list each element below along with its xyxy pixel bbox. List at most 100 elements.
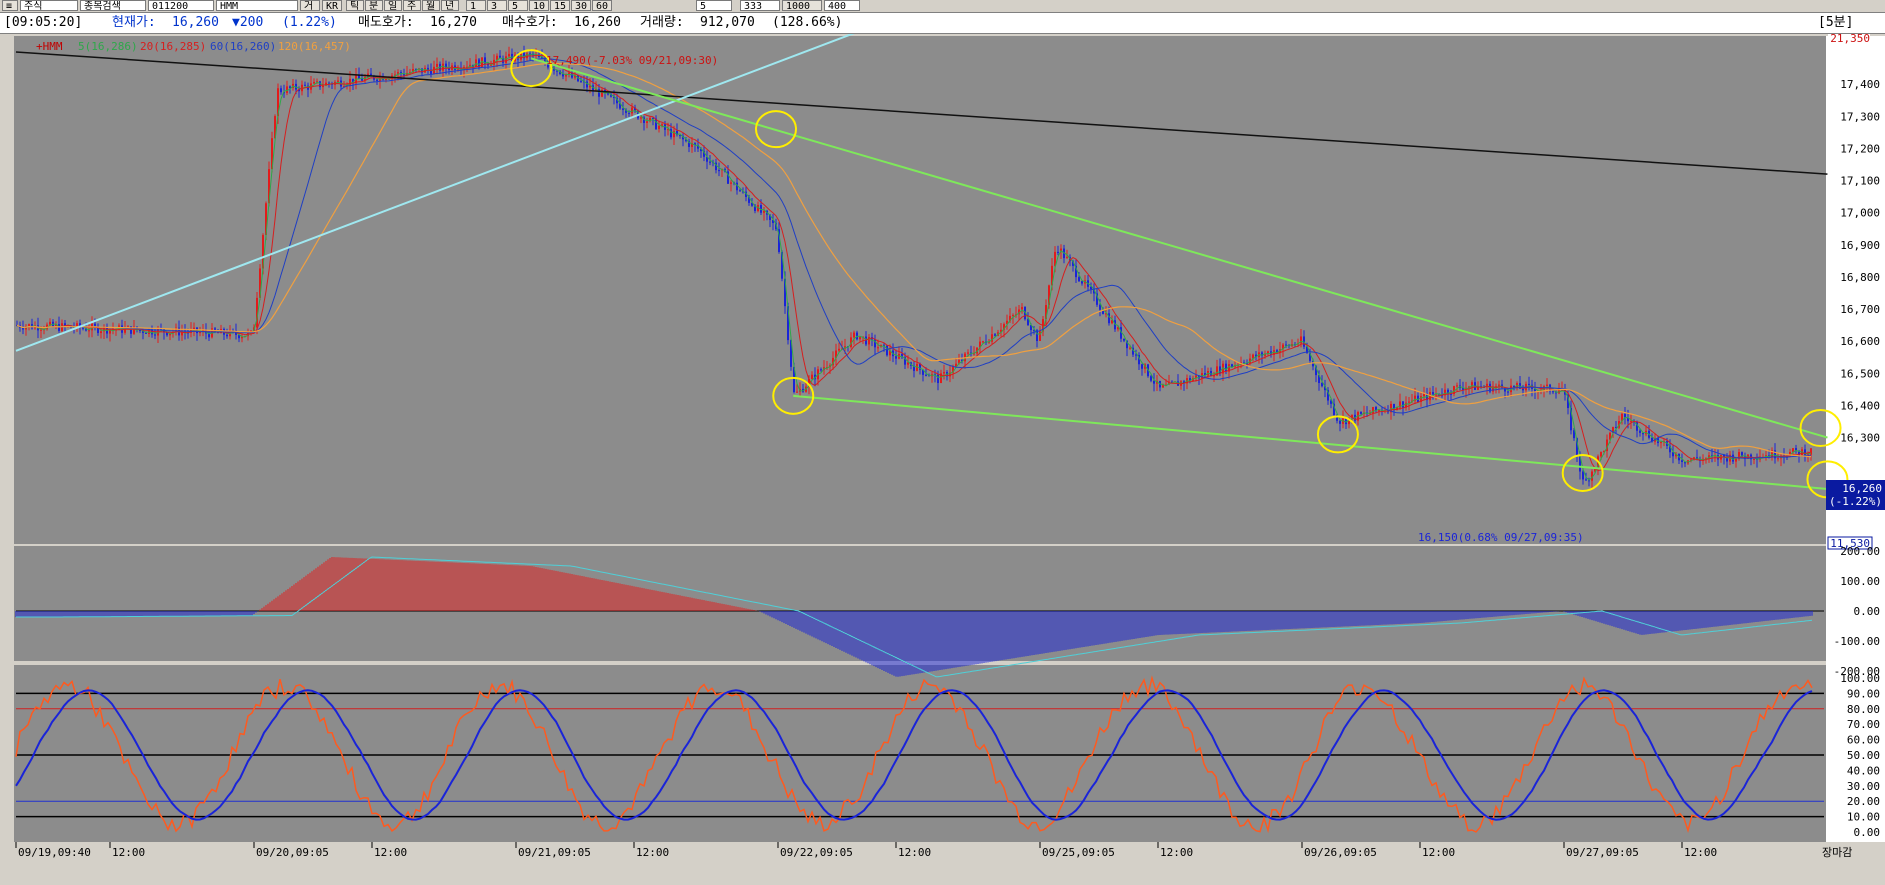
candle-body	[49, 321, 51, 325]
time-axis-label: 12:00	[1684, 846, 1717, 859]
info-bar: [09:05:20] 현재가: 16,260 ▼200 (1.22%) 매도호가…	[0, 13, 1885, 34]
candle-body	[1600, 452, 1602, 457]
candle-body	[580, 81, 582, 83]
period-tab-1[interactable]: 분	[365, 0, 383, 11]
time-axis-label: 12:00	[1422, 846, 1455, 859]
time-axis-label: 09/27,09:05	[1566, 846, 1639, 859]
candle-body	[280, 88, 282, 93]
period-tab-0[interactable]: 틱	[346, 0, 364, 11]
period-tab-4[interactable]: 월	[422, 0, 440, 11]
axis-top-label: 21,350	[1830, 34, 1870, 45]
interval-tab-30[interactable]: 30	[571, 0, 591, 11]
search-type-select[interactable]: 종목검색	[80, 0, 146, 11]
candle-body	[1225, 363, 1227, 372]
candle-body	[1528, 383, 1530, 385]
price-tick-label: 16,800	[1840, 271, 1880, 284]
market-select[interactable]: 주식	[20, 0, 78, 11]
candle-body	[718, 170, 720, 172]
candle-body	[937, 374, 939, 384]
interval-tab-1[interactable]: 1	[466, 0, 486, 11]
candle-body	[1507, 391, 1509, 393]
candle-body	[1552, 391, 1554, 393]
code-input[interactable]: 011200	[148, 0, 214, 11]
candle-body	[1456, 385, 1458, 387]
candle-body	[313, 81, 315, 84]
candle-body	[94, 323, 96, 326]
candle-body	[1360, 412, 1362, 414]
interval-input[interactable]: 5	[696, 0, 732, 11]
macd-tick-label: -100.00	[1834, 635, 1880, 648]
candle-body	[820, 369, 822, 371]
stoch-tick-label: 70.00	[1847, 718, 1880, 731]
candle-body	[1639, 430, 1641, 433]
candle-body	[427, 67, 429, 70]
volume-label: 거래량:	[640, 15, 684, 30]
count-input[interactable]: 333	[740, 0, 780, 11]
candle-body	[739, 190, 741, 192]
prev-button[interactable]: 거	[300, 0, 320, 11]
price-tick-label: 16,500	[1840, 367, 1880, 380]
candle-body	[994, 334, 996, 336]
candle-body	[1585, 479, 1587, 481]
stoch-tick-label: 90.00	[1847, 687, 1880, 700]
stock-chart[interactable]: 17,400 17,300 17,200 17,100 17,000 16,900 16,8…	[0, 34, 1885, 885]
candle-body	[1582, 471, 1584, 480]
candle-body	[730, 182, 732, 184]
interval-tab-5[interactable]: 5	[508, 0, 528, 11]
zoom-input[interactable]: 400	[824, 0, 860, 11]
period-tab-5[interactable]: 년	[441, 0, 459, 11]
interval-tab-15[interactable]: 15	[550, 0, 570, 11]
candle-body	[1630, 420, 1632, 422]
candle-body	[1231, 364, 1233, 367]
stoch-tick-label: 100.00	[1840, 672, 1880, 685]
candle-body	[598, 89, 600, 97]
price-tick-label: 16,900	[1840, 239, 1880, 252]
time-axis-label: 12:00	[374, 846, 407, 859]
ask-price: 16,270	[430, 15, 477, 30]
stoch-tick-label: 10.00	[1847, 811, 1880, 824]
interval-tab-10[interactable]: 10	[529, 0, 549, 11]
market-status: 장마감	[1822, 846, 1852, 859]
macd-tick-label: 0.00	[1854, 605, 1881, 618]
candle-body	[337, 80, 339, 82]
stoch-tick-label: 80.00	[1847, 703, 1880, 716]
candle-body	[1108, 313, 1110, 324]
legend-name: +HMM	[36, 40, 63, 53]
candle-body	[796, 391, 798, 393]
change-pct: (1.22%)	[282, 15, 337, 30]
candle-body	[1078, 277, 1080, 282]
menu-icon[interactable]: ≡	[2, 0, 18, 11]
candle-body	[943, 372, 945, 374]
stoch-tick-label: 0.00	[1854, 826, 1881, 839]
price-tick-label: 16,400	[1840, 399, 1880, 412]
time-axis-label: 09/25,09:05	[1042, 846, 1115, 859]
period-tab-2[interactable]: 일	[384, 0, 402, 11]
time-axis-label: 09/26,09:05	[1304, 846, 1377, 859]
kr-button[interactable]: KR	[322, 0, 342, 11]
candle-body	[304, 84, 306, 86]
high-annotation: 17,490(-7.03% 09/21,09:30)	[546, 54, 718, 67]
period-tab-3[interactable]: 주	[403, 0, 421, 11]
stoch-tick-label: 30.00	[1847, 780, 1880, 793]
bid-label: 매수호가:	[502, 15, 558, 30]
interval-tab-3[interactable]: 3	[487, 0, 507, 11]
stoch-tick-label: 50.00	[1847, 749, 1880, 762]
axis-current-price: 16,260	[1842, 482, 1882, 495]
candle-body	[1129, 347, 1131, 349]
candle-body	[886, 345, 888, 356]
candle-body	[1681, 460, 1683, 462]
candle-body	[982, 341, 984, 343]
candle-body	[40, 329, 42, 331]
axis-current-pct: (-1.22%)	[1829, 495, 1882, 508]
candle-body	[1660, 442, 1662, 444]
time-axis-label: 12:00	[112, 846, 145, 859]
candle-body	[838, 348, 840, 351]
candle-body	[709, 161, 711, 163]
interval-tab-60[interactable]: 60	[592, 0, 612, 11]
candle-body	[1057, 251, 1059, 253]
price-tick-label: 16,600	[1840, 335, 1880, 348]
candle-body	[376, 79, 378, 81]
name-input[interactable]: HMM	[216, 0, 298, 11]
time-axis-label: 12:00	[636, 846, 669, 859]
candle-body	[1099, 304, 1101, 310]
